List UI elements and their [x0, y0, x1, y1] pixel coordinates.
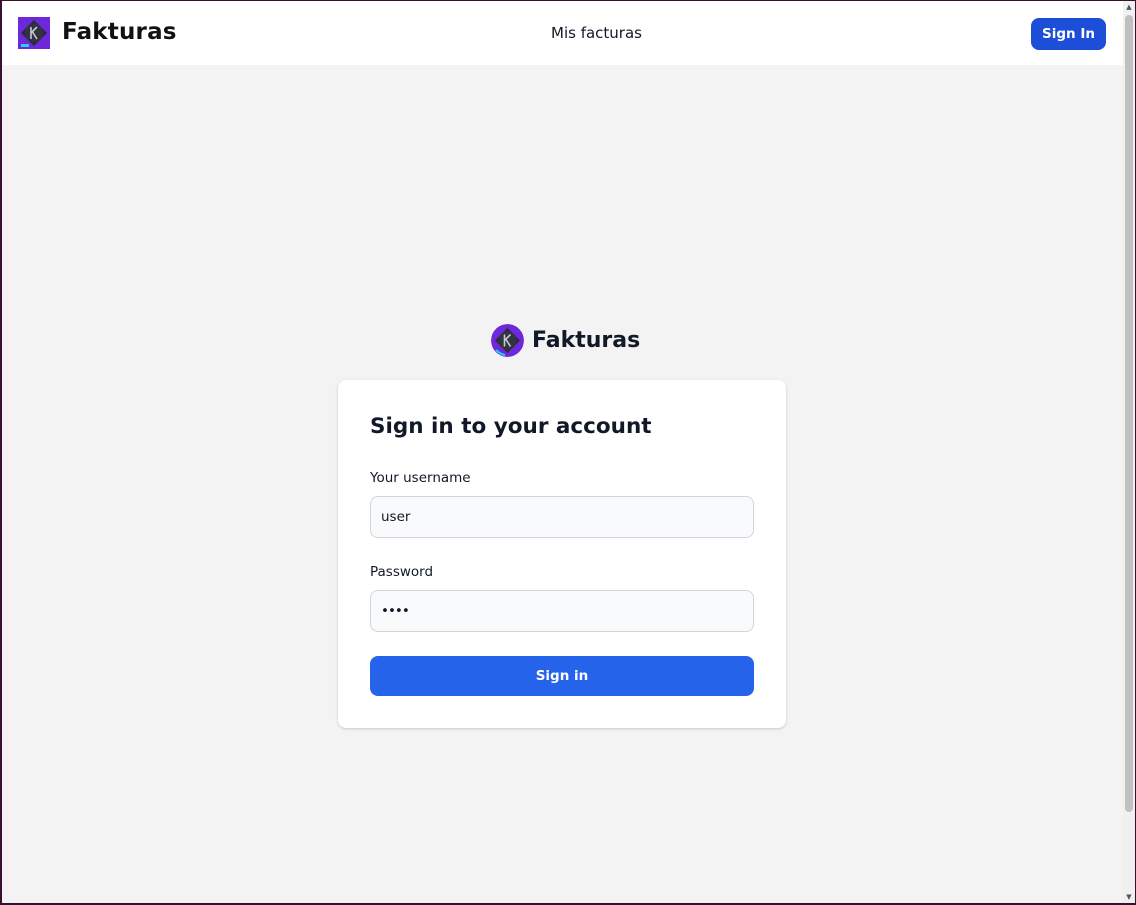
nav-link-mis-facturas[interactable]: Mis facturas — [551, 23, 642, 43]
login-card: Sign in to your account Your username us… — [338, 380, 786, 728]
top-navbar: Fakturas Mis facturas Sign In — [2, 1, 1123, 65]
fakturas-round-logo-icon — [491, 323, 524, 357]
username-input[interactable]: user — [370, 496, 754, 538]
scroll-down-arrow-icon[interactable]: ▼ — [1123, 891, 1135, 903]
sign-in-submit-button[interactable]: Sign in — [370, 656, 754, 696]
password-label: Password — [370, 564, 434, 580]
navbar-sign-in-button[interactable]: Sign In — [1031, 18, 1106, 50]
scrollbar-thumb[interactable] — [1125, 15, 1133, 812]
vertical-scrollbar[interactable]: ▲ ▼ — [1123, 1, 1135, 903]
password-value: •••• — [381, 603, 410, 619]
browser-viewport: Fakturas Mis facturas Sign In Fakturas S… — [2, 1, 1123, 903]
username-label: Your username — [370, 470, 471, 486]
fakturas-logo-icon[interactable] — [18, 17, 50, 49]
navbar-brand-title[interactable]: Fakturas — [62, 16, 177, 48]
login-brand: Fakturas — [491, 323, 640, 357]
login-brand-title: Fakturas — [532, 327, 641, 353]
password-input[interactable]: •••• — [370, 590, 754, 632]
login-heading: Sign in to your account — [370, 414, 652, 439]
scroll-up-arrow-icon[interactable]: ▲ — [1123, 1, 1135, 13]
username-value: user — [381, 509, 411, 525]
